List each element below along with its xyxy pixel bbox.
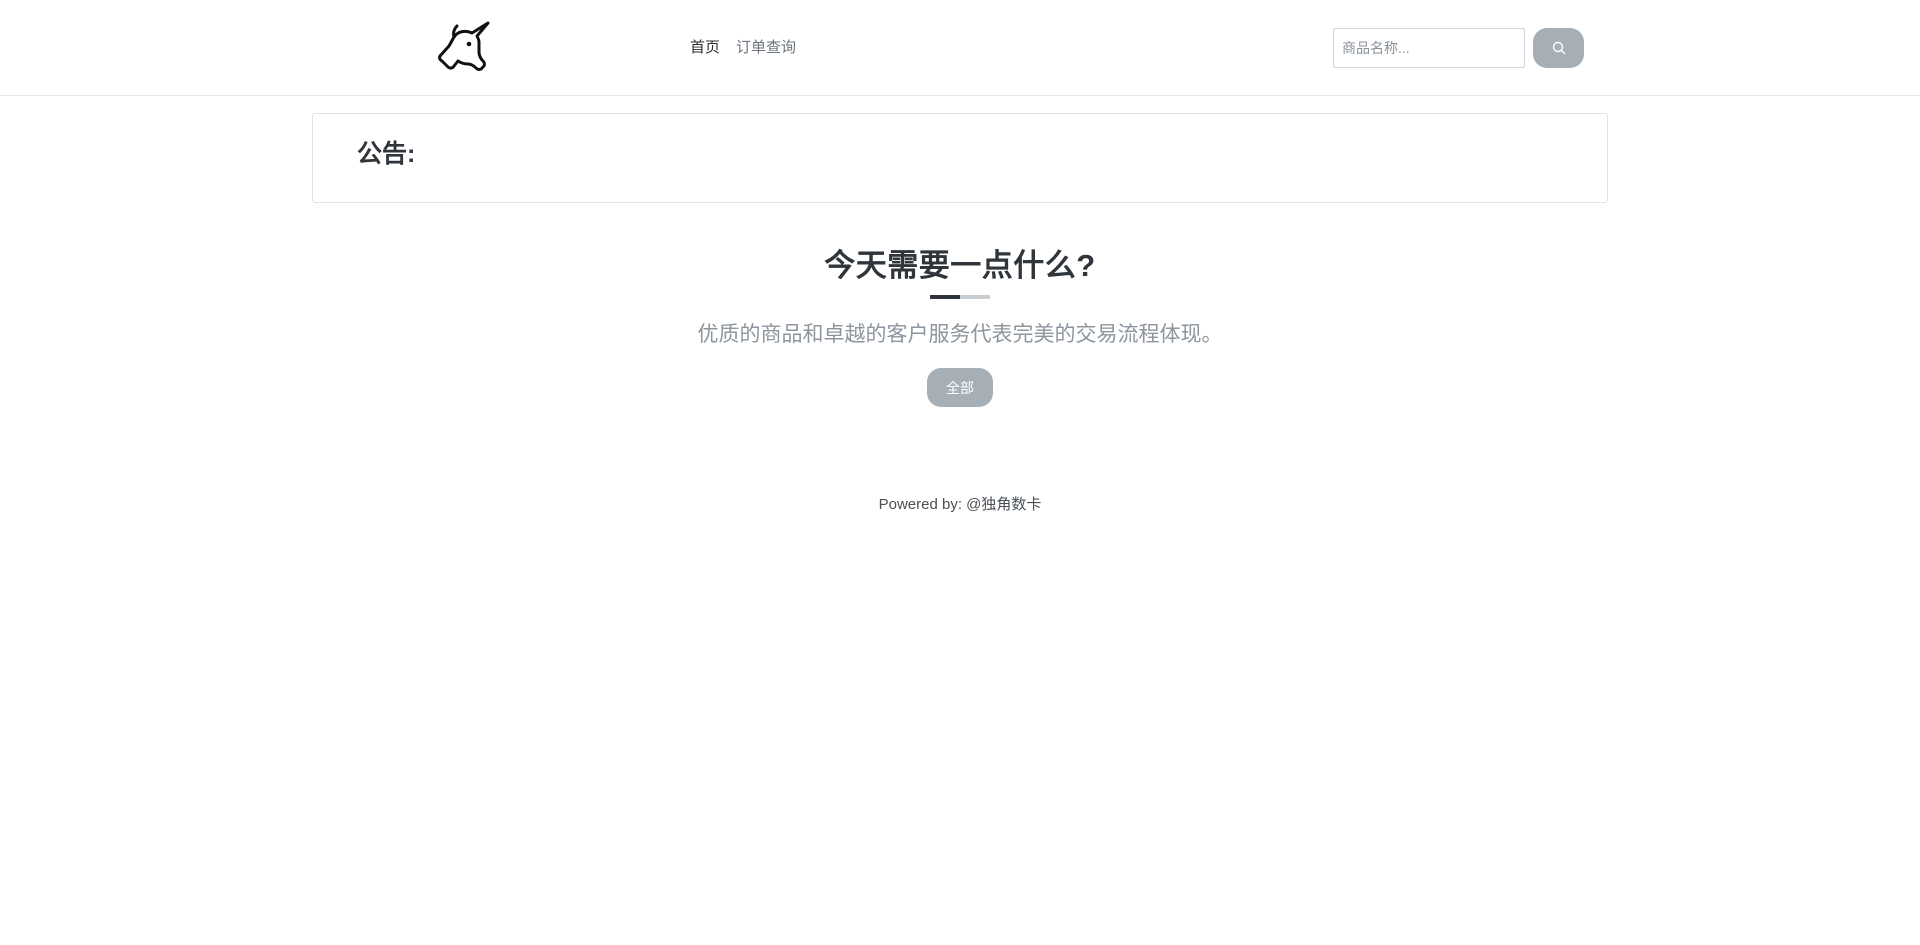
logo-link[interactable] bbox=[436, 20, 494, 72]
top-navbar: 首页 订单查询 bbox=[0, 0, 1920, 96]
search-icon bbox=[1552, 41, 1565, 55]
hero-title: 今天需要一点什么? bbox=[824, 248, 1096, 283]
product-search-input[interactable] bbox=[1333, 28, 1525, 68]
notice-card: 公告: bbox=[312, 113, 1608, 203]
nav-order-query-link[interactable]: 订单查询 bbox=[736, 36, 796, 57]
main-nav: 首页 订单查询 bbox=[690, 36, 796, 57]
notice-title: 公告: bbox=[357, 140, 416, 168]
hero-subtitle: 优质的商品和卓越的客户服务代表完美的交易流程体现。 bbox=[697, 323, 1223, 346]
nav-home-link[interactable]: 首页 bbox=[690, 36, 720, 57]
category-all-button[interactable]: 全部 bbox=[927, 368, 993, 407]
search-button[interactable] bbox=[1533, 28, 1584, 68]
divider-light-segment bbox=[960, 295, 990, 299]
divider-dark-segment bbox=[930, 295, 960, 299]
unicorn-icon bbox=[438, 21, 490, 71]
title-divider bbox=[930, 295, 990, 299]
footer-powered-by: Powered by: @独角数卡 bbox=[878, 496, 1042, 513]
